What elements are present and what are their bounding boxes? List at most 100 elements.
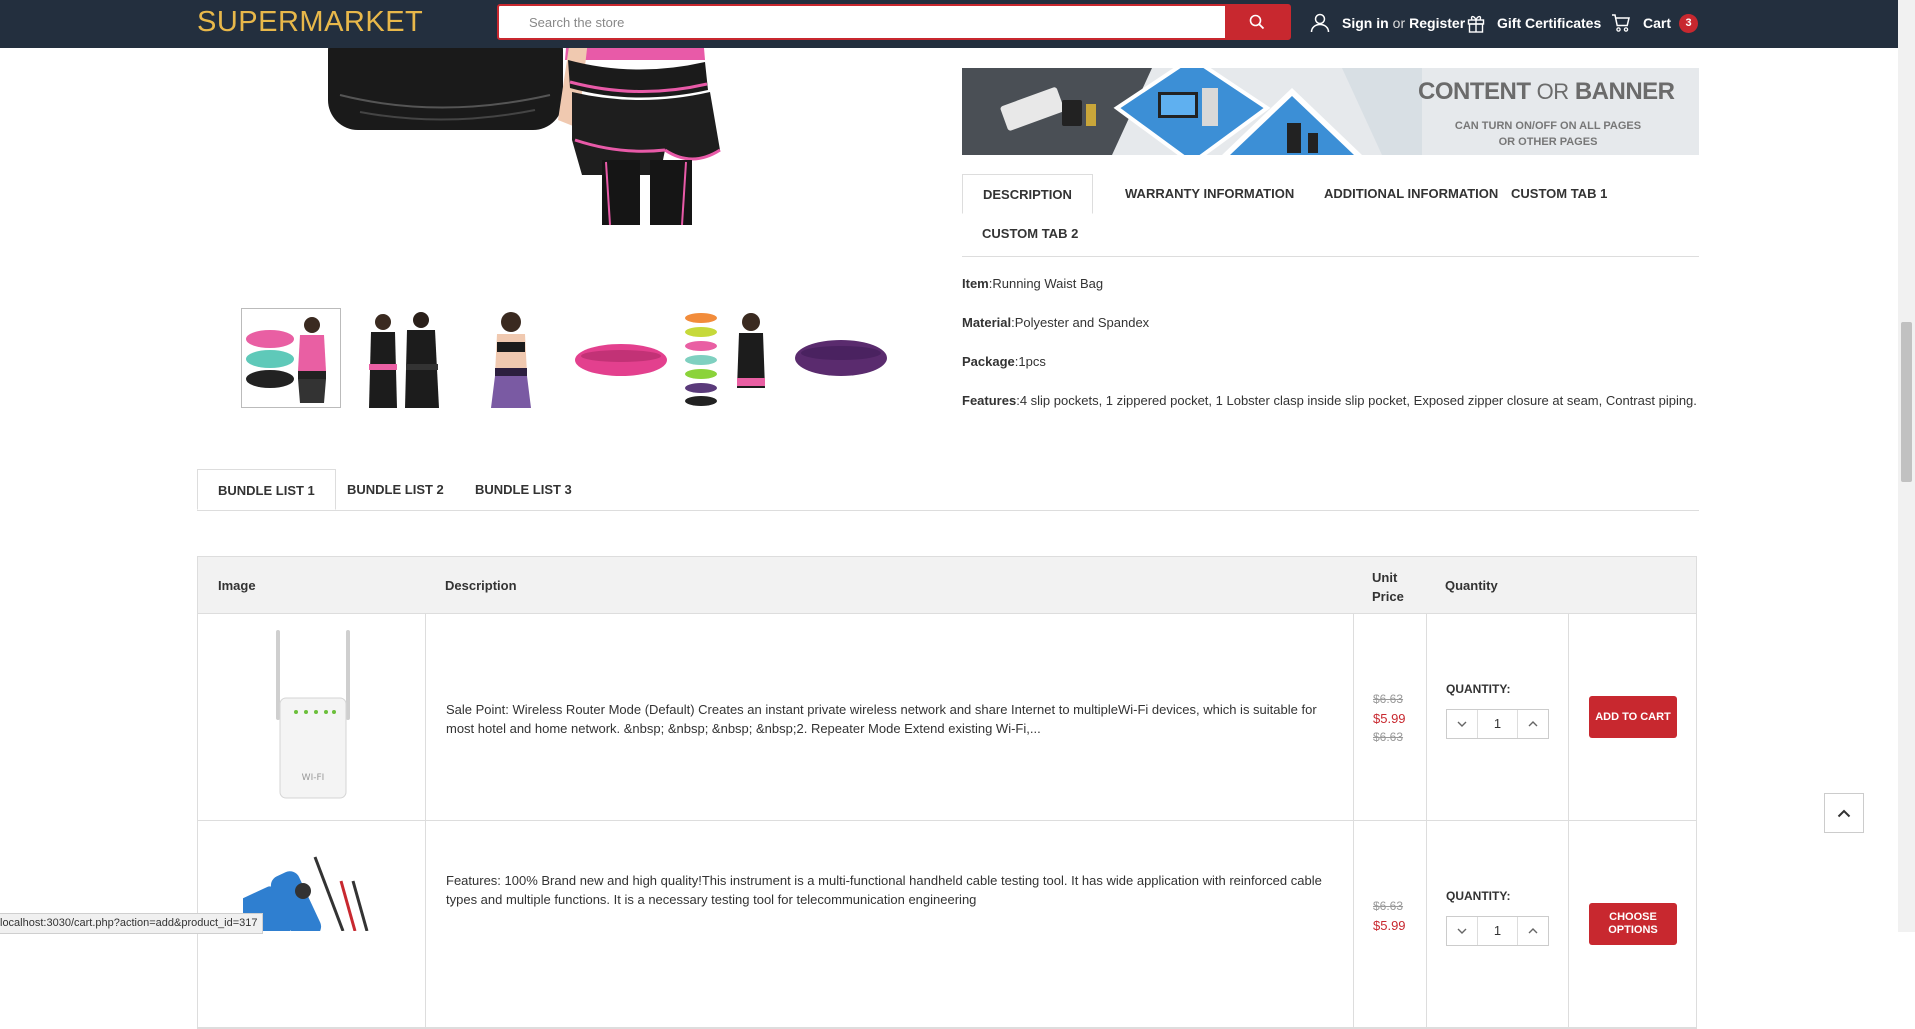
chevron-up-icon xyxy=(1528,721,1538,727)
banner-devices-illustration xyxy=(962,68,1422,155)
desc-material-label: Material xyxy=(962,315,1012,330)
quantity-label: QUANTITY: xyxy=(1446,682,1511,696)
add-to-cart-button[interactable]: ADD TO CART xyxy=(1589,696,1677,738)
banner-subtitle-line-1: CAN TURN ON/OFF ON ALL PAGES xyxy=(1454,120,1642,132)
col-quantity: Quantity xyxy=(1445,578,1498,593)
price-original: $6.63 xyxy=(1373,899,1404,913)
desc-material: Material:Polyester and Spandex xyxy=(962,315,1149,330)
col-description: Description xyxy=(445,578,517,593)
column-divider xyxy=(1426,614,1427,820)
increase-quantity-button[interactable] xyxy=(1518,917,1548,945)
tab-custom-1[interactable]: CUSTOM TAB 1 xyxy=(1491,174,1627,214)
col-unit-price-line-1: Unit xyxy=(1372,570,1398,585)
row-product-image[interactable]: WI-FI xyxy=(268,630,358,802)
banner-subtitle: CAN TURN ON/OFF ON ALL PAGES OR OTHER PA… xyxy=(1428,118,1668,150)
cart-count-badge: 3 xyxy=(1679,13,1699,33)
register-link[interactable]: Register xyxy=(1409,15,1465,31)
column-divider xyxy=(1353,821,1354,1027)
column-divider xyxy=(1353,614,1354,820)
thumbnail-1[interactable] xyxy=(241,308,341,408)
desc-item: Item:Running Waist Bag xyxy=(962,276,1103,291)
desc-material-value: :Polyester and Spandex xyxy=(1011,315,1150,330)
column-divider xyxy=(425,614,426,820)
quantity-input[interactable]: 1 xyxy=(1477,917,1518,945)
desc-features: Features:4 slip pockets, 1 zippered pock… xyxy=(962,393,1697,408)
sign-in-link[interactable]: Sign in xyxy=(1342,15,1389,31)
thumbnail-woman-bikini-image xyxy=(491,312,531,408)
tab-bundle-list-2[interactable]: BUNDLE LIST 2 xyxy=(327,469,464,510)
price-original: $6.63 xyxy=(1373,692,1404,706)
col-unit-price: Unit Price xyxy=(1372,568,1404,606)
table-row: WI-FI Sale Point: Wireless Router Mode (… xyxy=(198,614,1696,821)
scrollbar-thumb[interactable] xyxy=(1901,322,1912,482)
row-prices: $6.63 $5.99 xyxy=(1373,897,1406,935)
account-links: Sign in or Register xyxy=(1310,13,1465,33)
tab-custom-2[interactable]: CUSTOM TAB 2 xyxy=(962,214,1098,254)
price-retail: $6.63 xyxy=(1373,730,1404,744)
desc-package-label: Package xyxy=(962,354,1015,369)
row-description-line-1: Features: 100% Brand new and high qualit… xyxy=(446,873,1322,888)
thumbnail-purple-belt-image xyxy=(795,340,887,376)
chevron-up-icon xyxy=(1837,809,1851,817)
bundle-table: Image Description Unit Price Quantity WI… xyxy=(197,556,1697,1029)
thumbnail-pink-belt-image xyxy=(575,344,667,376)
tab-warranty-information[interactable]: WARRANTY INFORMATION xyxy=(1105,174,1314,214)
content-banner[interactable]: CONTENT OR BANNER CAN TURN ON/OFF ON ALL… xyxy=(962,68,1699,155)
chevron-up-icon xyxy=(1528,928,1538,934)
price-sale: $5.99 xyxy=(1373,711,1406,726)
banner-title-or: OR xyxy=(1536,79,1570,104)
gift-certificates-link[interactable]: Gift Certificates xyxy=(1467,13,1601,33)
desc-item-value: :Running Waist Bag xyxy=(988,276,1104,291)
column-divider xyxy=(425,821,426,1027)
thumbnail-4[interactable] xyxy=(571,308,671,408)
increase-quantity-button[interactable] xyxy=(1518,710,1548,738)
thumbnail-5[interactable] xyxy=(681,308,781,408)
choose-options-button[interactable]: CHOOSE OPTIONS xyxy=(1589,903,1677,945)
tab-bundle-list-1[interactable]: BUNDLE LIST 1 xyxy=(197,469,336,510)
back-to-top-button[interactable] xyxy=(1824,793,1864,833)
page-scrollbar[interactable] xyxy=(1898,0,1915,932)
quantity-label: QUANTITY: xyxy=(1446,889,1511,903)
col-image: Image xyxy=(218,578,256,593)
chevron-down-icon xyxy=(1457,928,1467,934)
or-text: or xyxy=(1392,15,1406,31)
desc-item-label: Item xyxy=(962,276,989,291)
thumbnail-belts-woman-image xyxy=(246,317,326,403)
cart-icon xyxy=(1612,14,1630,32)
gift-icon xyxy=(1467,15,1485,33)
browser-status-url: localhost:3030/cart.php?action=add&produ… xyxy=(0,913,264,934)
decrease-quantity-button[interactable] xyxy=(1447,710,1477,738)
gift-certificates-label: Gift Certificates xyxy=(1497,15,1602,31)
column-divider xyxy=(1426,821,1427,1027)
device-label: WI-FI xyxy=(302,773,325,783)
banner-title-banner: BANNER xyxy=(1574,78,1675,105)
quantity-input[interactable]: 1 xyxy=(1477,710,1518,738)
store-logo[interactable]: SUPERMARKET xyxy=(197,6,423,39)
desc-package: Package:1pcs xyxy=(962,354,1046,369)
bundle-tabs: BUNDLE LIST 1 BUNDLE LIST 2 BUNDLE LIST … xyxy=(197,469,1699,511)
quantity-stepper: 1 xyxy=(1446,709,1549,739)
search-form xyxy=(497,4,1291,40)
price-sale: $5.99 xyxy=(1373,918,1406,933)
decrease-quantity-button[interactable] xyxy=(1447,917,1477,945)
chevron-down-icon xyxy=(1457,721,1467,727)
site-header: SUPERMARKET Sign in or Register Gift Cer… xyxy=(0,0,1898,48)
tab-additional-information[interactable]: ADDITIONAL INFORMATION xyxy=(1304,174,1518,214)
desc-package-value: :1pcs xyxy=(1014,354,1046,369)
tab-description[interactable]: DESCRIPTION xyxy=(962,174,1093,214)
tab-bundle-list-3[interactable]: BUNDLE LIST 3 xyxy=(455,469,592,510)
row-product-image[interactable] xyxy=(238,851,393,945)
search-input[interactable] xyxy=(499,6,1226,38)
search-button[interactable] xyxy=(1225,6,1289,38)
thumbnail-3[interactable] xyxy=(461,308,561,408)
cart-link[interactable]: Cart 3 xyxy=(1611,13,1699,33)
thumbnail-2[interactable] xyxy=(351,308,451,408)
wifi-repeater-image: WI-FI xyxy=(276,630,350,799)
search-icon xyxy=(1249,14,1265,30)
desc-features-label: Features xyxy=(962,393,1017,408)
row-description-line-1: Sale Point: Wireless Router Mode (Defaul… xyxy=(446,702,1317,717)
banner-title: CONTENT OR BANNER xyxy=(1418,78,1675,106)
row-description-line-2: most hotel and home network. &nbsp; &nbs… xyxy=(446,721,1041,736)
product-tabs: DESCRIPTION WARRANTY INFORMATION ADDITIO… xyxy=(962,174,1699,257)
thumbnail-6[interactable] xyxy=(791,308,891,408)
